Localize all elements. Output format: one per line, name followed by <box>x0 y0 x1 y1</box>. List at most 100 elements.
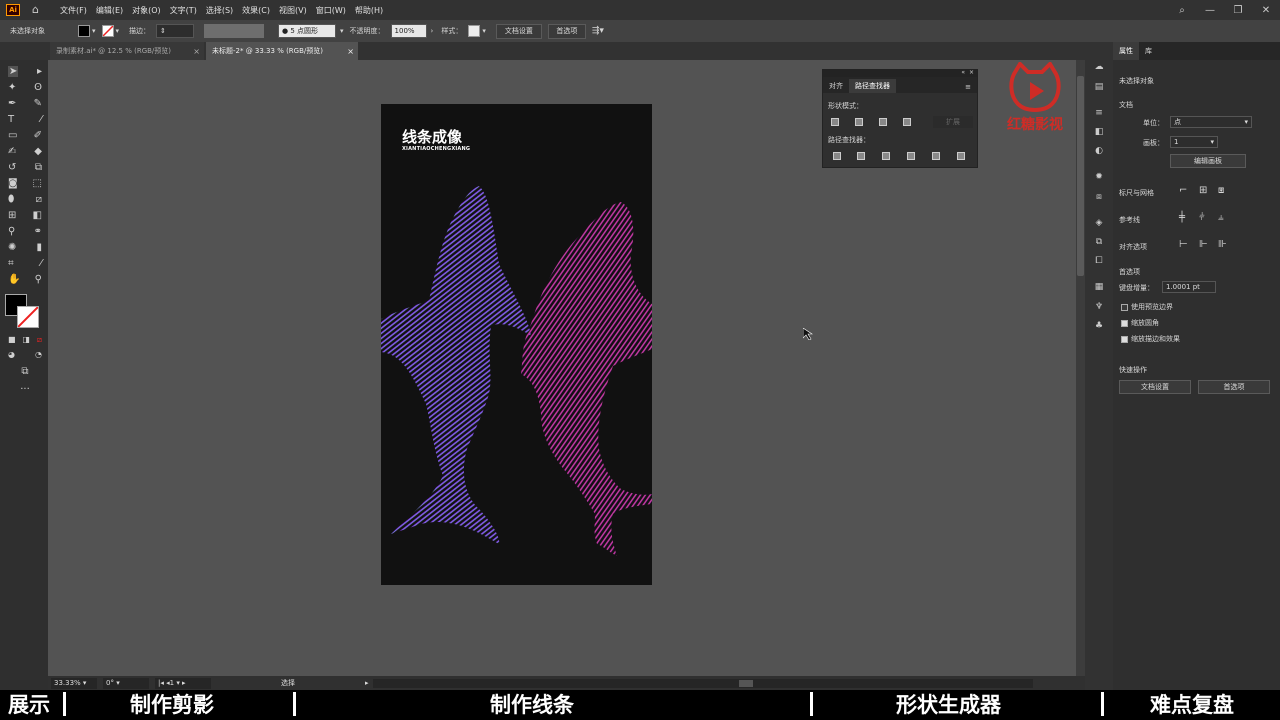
edit-artboards-button[interactable]: 编辑画板 <box>1170 154 1246 168</box>
document-setup-button[interactable]: 文档设置 <box>495 23 542 39</box>
artboard-dropdown[interactable]: 1 ▾ <box>1170 136 1218 148</box>
selection-tool-icon[interactable]: ➤ <box>8 66 19 77</box>
perspective-grid-icon[interactable]: ⧄ <box>36 194 42 205</box>
symbol-sprayer-icon[interactable]: ✺ <box>8 242 16 253</box>
units-dropdown[interactable]: 点 ▾ <box>1170 116 1252 128</box>
divide-icon[interactable] <box>833 152 841 160</box>
type-tool-icon[interactable]: T <box>8 114 14 125</box>
stroke-weight-input[interactable]: ⇕ <box>156 24 195 38</box>
transparency-icon[interactable]: ◐ <box>1093 146 1105 156</box>
draw-inside-icon[interactable]: ◔ <box>35 350 42 359</box>
chapter-silhouette[interactable]: 制作剪影 <box>130 691 214 719</box>
smart-guides-icon[interactable]: ⫨ <box>1218 212 1224 223</box>
eyedropper-icon[interactable]: ⚲ <box>8 226 15 237</box>
merge-icon[interactable] <box>882 152 890 160</box>
shaper-tool-icon[interactable]: ✍ <box>8 146 16 157</box>
rectangle-tool-icon[interactable]: ▭ <box>8 130 17 141</box>
tab-properties[interactable]: 属性 <box>1113 42 1139 60</box>
lock-guides-icon[interactable]: ⫩ <box>1199 212 1205 223</box>
appearance-icon[interactable]: ✹ <box>1093 172 1105 182</box>
magic-wand-icon[interactable]: ✦ <box>8 82 16 93</box>
align-to-selection-icon[interactable]: ⊢ <box>1179 239 1188 250</box>
brush-chevron-icon[interactable]: ▾ <box>340 27 344 35</box>
checkbox-box[interactable] <box>1121 303 1128 311</box>
search-icon[interactable]: ⌕ <box>1168 5 1196 16</box>
preferences-button[interactable]: 首选项 <box>1198 380 1270 394</box>
chapter-showcase[interactable]: 展示 <box>8 691 50 719</box>
libraries-icon[interactable]: ▦ <box>1093 282 1105 292</box>
zoom-tool-icon[interactable]: ⚲ <box>35 274 42 285</box>
scale-tool-icon[interactable]: ⧉ <box>35 162 42 173</box>
gradient-tool-icon[interactable]: ◧ <box>33 210 42 221</box>
lasso-icon[interactable]: ʘ <box>34 82 42 93</box>
zoom-field[interactable]: 33.33% ▾ <box>51 677 97 689</box>
blend-tool-icon[interactable]: ⚭ <box>34 226 42 237</box>
horizontal-scrollbar[interactable] <box>372 678 1033 688</box>
tab-libraries[interactable]: 库 <box>1139 46 1158 56</box>
artboards-icon[interactable]: ⧉ <box>1093 237 1105 247</box>
close-tab-icon[interactable]: × <box>193 47 200 56</box>
fill-chevron-icon[interactable]: ▾ <box>92 27 96 35</box>
expand-button[interactable]: 扩展 <box>933 116 973 128</box>
cloud-icon[interactable]: ☁ <box>1093 62 1105 72</box>
panel-menu-icon[interactable]: ≡ <box>959 81 977 93</box>
tab-untitled-2[interactable]: 未标题-2* @ 33.33 % (RGB/预览) × <box>206 42 358 60</box>
arrange-icon[interactable]: ⇶▾ <box>592 26 604 36</box>
menu-select[interactable]: 选择(S) <box>206 5 233 16</box>
intersect-icon[interactable] <box>879 118 887 126</box>
fill-swatch[interactable] <box>78 25 90 37</box>
chapter-shape-builder[interactable]: 形状生成器 <box>896 691 1001 719</box>
stroke-color-icon[interactable] <box>17 306 39 328</box>
mesh-tool-icon[interactable]: ⊞ <box>8 210 16 221</box>
home-icon[interactable]: ⌂ <box>32 4 44 15</box>
tab-pathfinder[interactable]: 路径查找器 <box>849 79 896 93</box>
menu-view[interactable]: 视图(V) <box>279 5 307 16</box>
preferences-button[interactable]: 首选项 <box>547 23 586 39</box>
draw-mode-icon[interactable]: ◕ <box>8 350 15 359</box>
unite-icon[interactable] <box>831 118 839 126</box>
minus-back-icon[interactable] <box>957 152 965 160</box>
layers-icon[interactable]: ◈ <box>1093 218 1105 228</box>
menu-type[interactable]: 文字(T) <box>170 5 197 16</box>
ruler-icon[interactable]: ⌐ <box>1179 185 1187 196</box>
menu-effect[interactable]: 效果(C) <box>242 5 270 16</box>
paintbrush-icon[interactable]: ✐ <box>34 130 42 141</box>
scale-strokes-checkbox[interactable]: 缩放描边和效果 <box>1121 334 1180 344</box>
stroke-chevron-icon[interactable]: ▾ <box>116 27 120 35</box>
vertical-scrollbar[interactable] <box>1076 60 1085 676</box>
artboard[interactable]: 线条成像 XIANTIAOCHENGXIANG <box>381 104 652 585</box>
variable-width-dropdown[interactable] <box>204 24 265 38</box>
minimize-icon[interactable]: — <box>1196 5 1224 16</box>
show-guides-icon[interactable]: ╪ <box>1179 212 1185 223</box>
direct-selection-tool-icon[interactable]: ▸ <box>37 66 42 77</box>
brushes-icon[interactable]: ♆ <box>1093 302 1105 312</box>
brush-dropdown[interactable]: ● 5 点圆形 <box>278 24 337 38</box>
keyboard-increment-input[interactable]: 1.0001 pt <box>1162 281 1216 293</box>
outline-icon[interactable] <box>932 152 940 160</box>
opacity-input[interactable]: 100% <box>390 24 427 38</box>
curvature-tool-icon[interactable]: ✎ <box>34 98 42 109</box>
color-icon[interactable]: ■ <box>8 335 16 345</box>
checkbox-box[interactable] <box>1121 319 1128 327</box>
symbols-icon[interactable]: ♣ <box>1093 321 1105 331</box>
exclude-icon[interactable] <box>903 118 911 126</box>
none-icon[interactable]: ⧄ <box>37 335 42 345</box>
menu-file[interactable]: 文件(F) <box>60 5 87 16</box>
line-tool-icon[interactable]: ⁄ <box>40 114 42 125</box>
minus-front-icon[interactable] <box>855 118 863 126</box>
gradient-panel-icon[interactable]: ◧ <box>1093 127 1105 137</box>
tab-align[interactable]: 对齐 <box>823 79 849 93</box>
document-icon[interactable]: ▤ <box>1093 82 1105 92</box>
menu-help[interactable]: 帮助(H) <box>355 5 383 16</box>
menu-edit[interactable]: 编辑(E) <box>96 5 123 16</box>
style-chevron-icon[interactable]: ▾ <box>482 27 486 35</box>
chapter-lines[interactable]: 制作线条 <box>490 691 574 719</box>
hscroll-thumb[interactable] <box>738 679 753 687</box>
gradient-icon[interactable]: ◨ <box>22 335 30 345</box>
stroke-panel-icon[interactable]: ≡ <box>1093 108 1105 118</box>
screen-mode-icon[interactable]: ⧉ <box>21 366 28 377</box>
graph-tool-icon[interactable]: ▮ <box>36 242 42 253</box>
style-swatch[interactable] <box>468 25 481 37</box>
trim-icon[interactable] <box>857 152 865 160</box>
artboard-tool-icon[interactable]: ⌗ <box>8 258 14 269</box>
